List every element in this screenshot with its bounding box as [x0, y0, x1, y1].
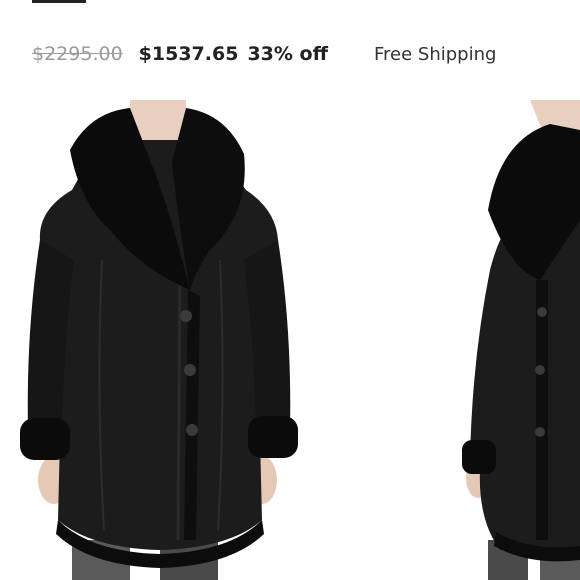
product-image-2[interactable] — [460, 100, 580, 580]
coat-front-image — [0, 100, 320, 580]
price-row: $2295.00 $1537.65 33% off Free Shipping — [32, 40, 496, 68]
original-price: $2295.00 — [32, 43, 123, 65]
discount-label: 33% off — [247, 43, 328, 65]
coat-angle-image — [460, 100, 580, 580]
product-image-carousel[interactable] — [0, 100, 580, 580]
product-image-1[interactable] — [0, 100, 320, 580]
selected-tab-indicator — [32, 0, 86, 3]
shipping-label: Free Shipping — [373, 43, 497, 65]
current-price: $1537.65 — [138, 43, 239, 65]
